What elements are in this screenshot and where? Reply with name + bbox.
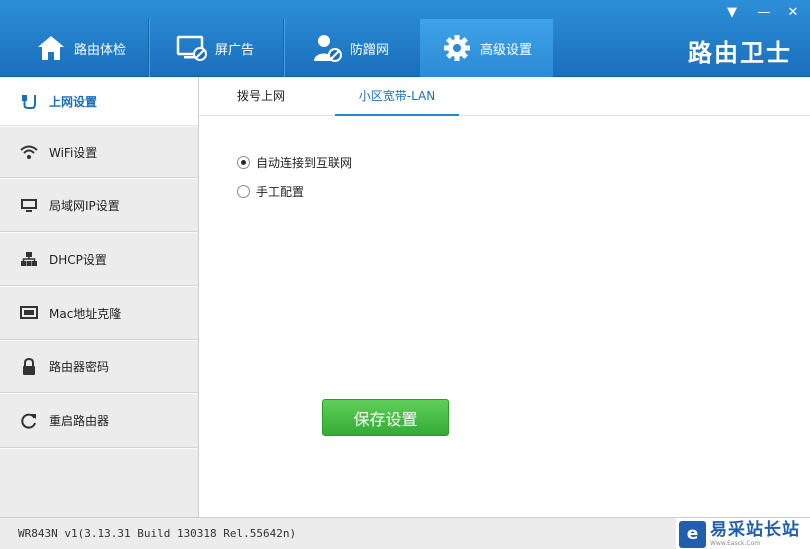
tab-advanced-settings[interactable]: 高级设置 (420, 19, 553, 77)
minimize-button[interactable]: — (752, 3, 776, 21)
subtab-lan-broadband[interactable]: 小区宽带-LAN (335, 77, 459, 116)
radio-selected-dot (241, 160, 246, 165)
sidebar-item-wifi[interactable]: WiFi设置 (0, 127, 198, 178)
tab-label: 屏广告 (215, 42, 255, 58)
site-watermark: e 易采站长站 Www.Easck.Com (676, 518, 810, 549)
subtab-pppoe[interactable]: 拨号上网 (199, 77, 323, 116)
save-settings-button[interactable]: 保存设置 (322, 399, 449, 436)
subtab-bar: 拨号上网 小区宽带-LAN (199, 77, 810, 116)
chevron-down-icon: ▼ (727, 4, 737, 20)
lock-icon (20, 357, 38, 376)
sidebar-item-mac-clone[interactable]: Mac地址克隆 (0, 287, 198, 340)
close-icon: ✕ (787, 4, 799, 20)
option-manual-config[interactable]: 手工配置 (237, 183, 304, 200)
sidebar-item-label: 路由器密码 (49, 360, 110, 374)
sidebar-item-restart-router[interactable]: 重启路由器 (0, 394, 198, 448)
gear-icon (440, 31, 474, 65)
menu-dropdown-button[interactable]: ▼ (720, 3, 744, 21)
tab-label: 防蹭网 (350, 42, 390, 58)
sidebar-item-dhcp[interactable]: DHCP设置 (0, 233, 198, 286)
sidebar-item-label: Mac地址克隆 (49, 306, 122, 321)
firmware-version: WR843N v1(3.13.31 Build 130318 Rel.55642… (18, 527, 297, 540)
sidebar-item-label: 局域网IP设置 (49, 198, 120, 213)
sidebar-item-internet-settings[interactable]: 上网设置 (0, 77, 198, 126)
ip-monitor-icon (20, 196, 38, 214)
user-shield-icon (310, 31, 344, 65)
home-icon (34, 31, 68, 65)
radio-button[interactable] (237, 156, 250, 169)
watermark-logo-icon: e (679, 520, 706, 548)
sidebar-item-label: WiFi设置 (49, 145, 98, 160)
tab-anti-leech[interactable]: 防蹭网 (284, 19, 419, 77)
tab-label: 高级设置 (480, 42, 533, 58)
sidebar-item-label: 上网设置 (49, 94, 98, 109)
watermark-title: 易采站长站 (710, 520, 800, 540)
status-bar: WR843N v1(3.13.31 Build 130318 Rel.55642… (0, 517, 810, 549)
wifi-icon (20, 143, 38, 161)
close-button[interactable]: ✕ (781, 3, 805, 21)
tab-ad-block[interactable]: 屏广告 (149, 19, 283, 77)
restart-icon (20, 412, 38, 430)
top-nav-bar: 路由体检 屏广告 防蹭网 高级设置 ▼ — ✕ 路由卫士 (0, 0, 810, 77)
option-label: 自动连接到互联网 (256, 156, 353, 170)
main-panel: 拨号上网 小区宽带-LAN 自动连接到互联网 手工配置 保存设置 (199, 77, 810, 517)
minimize-icon: — (757, 4, 771, 20)
network-tree-icon (20, 250, 38, 268)
network-card-icon (20, 304, 38, 322)
network-plug-icon (20, 92, 38, 110)
sidebar-item-label: 重启路由器 (49, 414, 110, 428)
tab-router-checkup[interactable]: 路由体检 (0, 19, 148, 77)
option-label: 手工配置 (256, 185, 305, 199)
sidebar-item-label: DHCP设置 (49, 252, 107, 267)
sidebar-item-router-password[interactable]: 路由器密码 (0, 341, 198, 393)
option-auto-connect[interactable]: 自动连接到互联网 (237, 154, 352, 171)
screen-block-icon (175, 31, 209, 65)
sidebar-item-lan-ip[interactable]: 局域网IP设置 (0, 179, 198, 232)
sidebar: 上网设置 WiFi设置 局域网IP设置 DHCP设置 Mac地址克隆 路由器密码 (0, 77, 199, 517)
radio-button[interactable] (237, 185, 250, 198)
tab-label: 路由体检 (74, 42, 127, 58)
app-brand-title: 路由卫士 (688, 39, 792, 67)
watermark-url: Www.Easck.Com (710, 540, 761, 547)
